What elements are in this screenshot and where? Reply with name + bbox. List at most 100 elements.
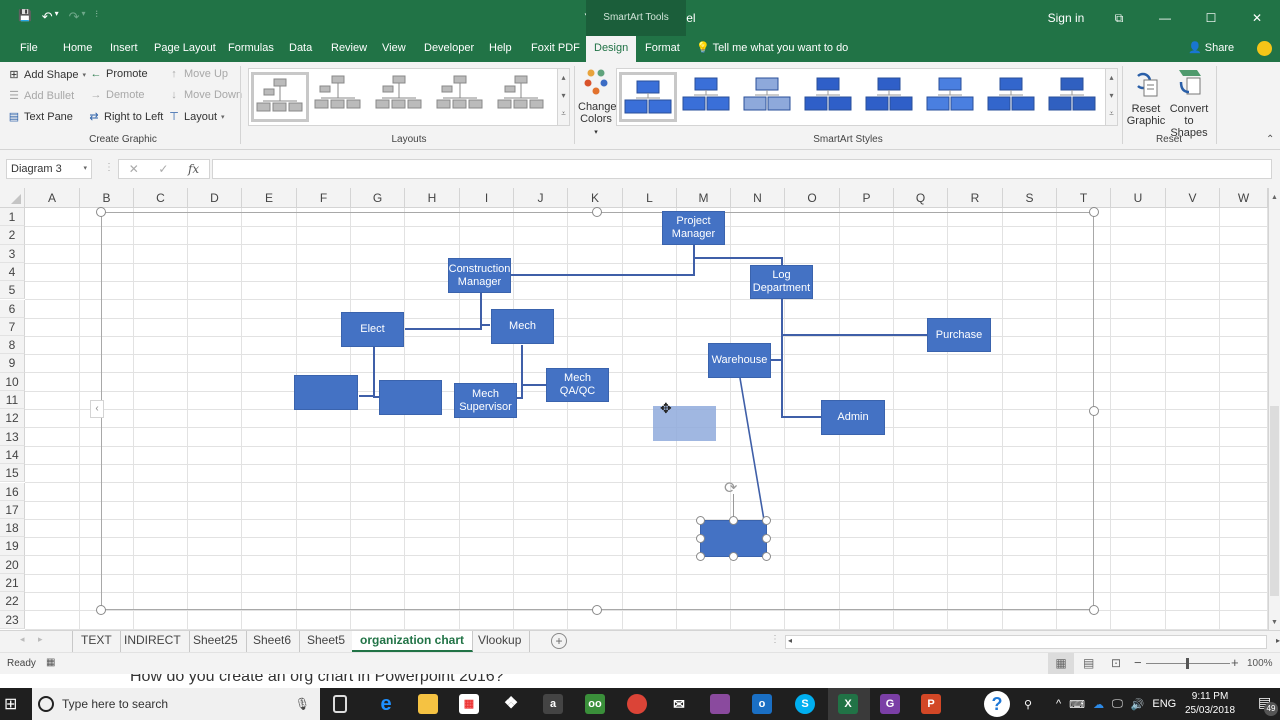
org-node-mech-qaqc[interactable]: Mech QA/QC [546,368,609,402]
scroll-left-icon[interactable]: ◂ [788,636,792,645]
file-explorer-icon[interactable] [418,694,438,714]
styles-down-icon[interactable]: ▾ [1106,87,1117,105]
column-header-o[interactable]: O [785,188,840,208]
row-header-4[interactable]: 4 [0,262,25,282]
sheet-tab-sheet6[interactable]: Sheet6 [245,631,301,652]
layout-option[interactable] [373,72,431,122]
org-node-admin[interactable]: Admin [821,400,885,435]
worksheet-grid[interactable]: 23 22 21 20 19 18 17 16 15 14 13 12 11 10 9 8 7 6 5 4 3 2 1 W V U… [0,188,1268,630]
zoom-in-button[interactable]: + [1231,655,1239,670]
share-button[interactable]: 👤 Share [1188,36,1234,62]
feedback-smiley-icon[interactable] [1257,41,1272,56]
smartart-style-option[interactable] [863,72,921,122]
shape-resize-handle[interactable] [696,516,705,525]
text-pane-toggle-icon[interactable]: ‹ [90,400,104,418]
add-bullet-button[interactable]: ☰ Add Bullet [8,89,74,103]
tab-file[interactable]: File [18,36,40,62]
sheet-nav-next-icon[interactable]: ▸ [38,634,43,645]
row-header-11[interactable]: 11 [0,391,25,410]
move-up-button[interactable]: ↑ Move Up [168,68,228,80]
column-header-c[interactable]: C [134,188,188,208]
shape-resize-handle[interactable] [696,552,705,561]
redo-icon[interactable]: ↷ [69,9,80,25]
tab-data[interactable]: Data [287,36,314,62]
excel-icon[interactable]: X [838,694,858,714]
shape-resize-handle[interactable] [729,552,738,561]
language-indicator[interactable]: ENG [1152,698,1176,710]
row-header-10[interactable]: 10 [0,372,25,391]
frame-resize-handle[interactable] [592,207,602,217]
clock[interactable]: 9:11 PM 25/03/2018 [1185,690,1235,718]
frame-resize-handle[interactable] [96,605,106,615]
zoom-out-button[interactable]: − [1134,655,1142,670]
change-colors-button[interactable]: Change Colors ▾ [578,68,617,136]
frame-resize-handle[interactable] [1089,207,1099,217]
column-header-t[interactable]: T [1057,188,1111,208]
tab-format[interactable]: Format [643,36,682,62]
edge-icon[interactable]: e [376,694,396,714]
org-node-mech-supervisor[interactable]: Mech Supervisor [454,383,517,418]
text-pane-button[interactable]: ▤ Text Pane [8,110,73,124]
gallery-up-icon[interactable]: ▴ [558,69,569,87]
onenote-clipper-icon[interactable]: G [880,694,900,714]
layout-button[interactable]: ⊤ Layout ▾ [168,110,224,124]
select-all-button[interactable] [0,188,25,208]
chevron-down-icon[interactable]: ▾ [83,164,87,172]
skype-icon[interactable]: S [795,694,815,714]
sheet-tab-sheet5[interactable]: Sheet5 [299,631,355,652]
macro-record-icon[interactable]: ▦ [46,657,55,668]
smartart-style-option[interactable] [680,72,738,122]
tab-home[interactable]: Home [61,36,94,62]
promote-button[interactable]: ← Promote [90,68,148,80]
tab-help[interactable]: Help [487,36,514,62]
network-icon[interactable]: 🖵 [1112,698,1123,711]
frame-resize-handle[interactable] [1089,406,1099,416]
frame-resize-handle[interactable] [592,605,602,615]
rotate-handle-icon[interactable]: ⟳ [724,478,737,498]
row-header-13[interactable]: 13 [0,427,25,446]
move-down-button[interactable]: ↓ Move Down [168,89,242,101]
save-icon[interactable]: 💾 [18,9,32,25]
row-header-8[interactable]: 8 [0,336,25,355]
column-header-b[interactable]: B [80,188,134,208]
sheet-tab-text[interactable]: TEXT [72,631,121,652]
org-node-purchase[interactable]: Purchase [927,318,991,352]
horizontal-scrollbar[interactable]: ◂ ▸ [785,635,1280,649]
smartart-style-option[interactable] [802,72,860,122]
row-header-3[interactable]: 3 [0,244,25,263]
tab-developer[interactable]: Developer [422,36,476,62]
gallery-scroll[interactable]: ▴ ▾ ⩡ [557,69,569,125]
row-header-12[interactable]: 12 [0,409,25,428]
insert-function-icon[interactable]: fx [188,162,199,176]
org-node-mech[interactable]: Mech [491,309,554,344]
column-header-u[interactable]: U [1111,188,1166,208]
row-header-2[interactable]: 2 [0,226,25,245]
onedrive-icon[interactable]: ☁ [1093,698,1104,711]
scroll-thumb[interactable] [1270,406,1279,596]
people-icon[interactable]: ⚲ [1024,688,1032,720]
taskbar-search[interactable]: Type here to search 🎙 [32,688,320,720]
name-box[interactable]: Diagram 3 ▾ [6,159,92,179]
row-header-16[interactable]: 16 [0,482,25,501]
frame-resize-handle[interactable] [1089,605,1099,615]
zoom-level[interactable]: 100% [1247,658,1273,669]
row-header-20[interactable]: 20 [0,555,25,574]
layout-option[interactable] [434,72,492,122]
column-header-a[interactable]: A [25,188,80,208]
normal-view-icon[interactable]: ▦ [1048,653,1074,674]
scroll-right-icon[interactable]: ▸ [1276,636,1280,645]
column-header-w[interactable]: W [1220,188,1268,208]
sign-in-link[interactable]: Sign in [1036,11,1096,25]
column-header-r[interactable]: R [948,188,1003,208]
frame-resize-handle[interactable] [96,207,106,217]
column-header-n[interactable]: N [731,188,785,208]
gallery-more-icon[interactable]: ⩡ [558,105,569,123]
new-sheet-button[interactable]: + [551,633,567,649]
onenote-icon[interactable] [710,694,730,714]
column-header-h[interactable]: H [405,188,460,208]
scroll-up-icon[interactable]: ▲ [1269,194,1280,201]
column-header-i[interactable]: I [460,188,514,208]
org-node-project-manager[interactable]: Project Manager [662,211,725,245]
task-view-icon[interactable] [333,695,347,713]
column-header-j[interactable]: J [514,188,568,208]
